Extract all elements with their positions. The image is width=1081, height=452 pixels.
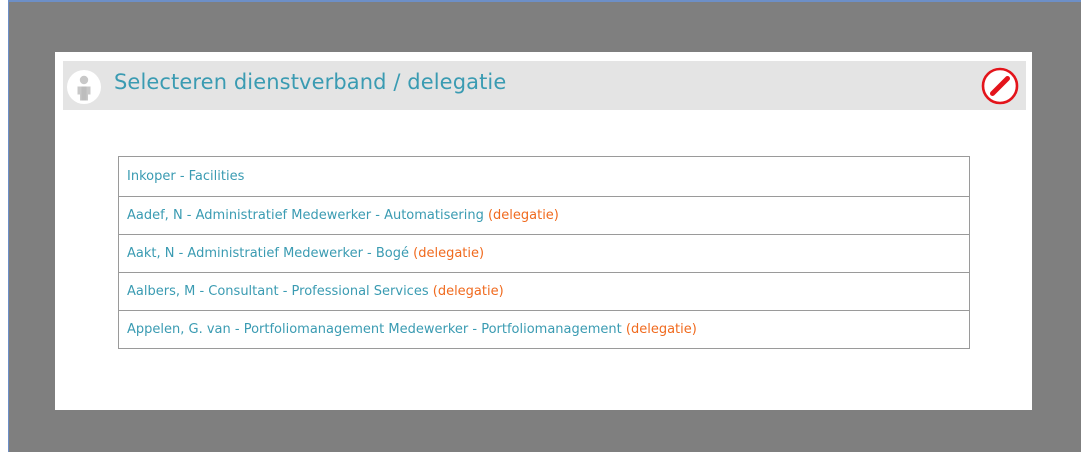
list-item[interactable]: Aalbers, M - Consultant - Professional S… <box>119 272 969 310</box>
list-item-label: Inkoper - Facilities <box>127 169 245 184</box>
delegation-tag: (delegatie) <box>487 208 559 223</box>
dialog-header: Selecteren dienstverband / delegatie <box>63 61 1026 110</box>
delegation-tag: (delegatie) <box>625 322 697 337</box>
close-icon[interactable] <box>981 67 1019 105</box>
user-icon <box>67 70 101 104</box>
select-employment-dialog: Selecteren dienstverband / delegatie Ink… <box>55 52 1032 410</box>
list-item-label: Aakt, N - Administratief Medewerker - Bo… <box>127 246 414 261</box>
list-item-label: Aadef, N - Administratief Medewerker - A… <box>127 208 488 223</box>
list-item[interactable]: Inkoper - Facilities <box>119 157 969 196</box>
delegation-tag: (delegatie) <box>432 284 504 299</box>
list-item[interactable]: Appelen, G. van - Portfoliomanagement Me… <box>119 310 969 348</box>
dialog-title: Selecteren dienstverband / delegatie <box>114 70 507 94</box>
list-item-label: Aalbers, M - Consultant - Professional S… <box>127 284 433 299</box>
delegation-tag: (delegatie) <box>413 246 485 261</box>
list-item-label: Appelen, G. van - Portfoliomanagement Me… <box>127 322 626 337</box>
list-item[interactable]: Aadef, N - Administratief Medewerker - A… <box>119 196 969 234</box>
employment-list: Inkoper - Facilities Aadef, N - Administ… <box>118 156 970 349</box>
list-item[interactable]: Aakt, N - Administratief Medewerker - Bo… <box>119 234 969 272</box>
close-button[interactable] <box>981 67 1019 105</box>
